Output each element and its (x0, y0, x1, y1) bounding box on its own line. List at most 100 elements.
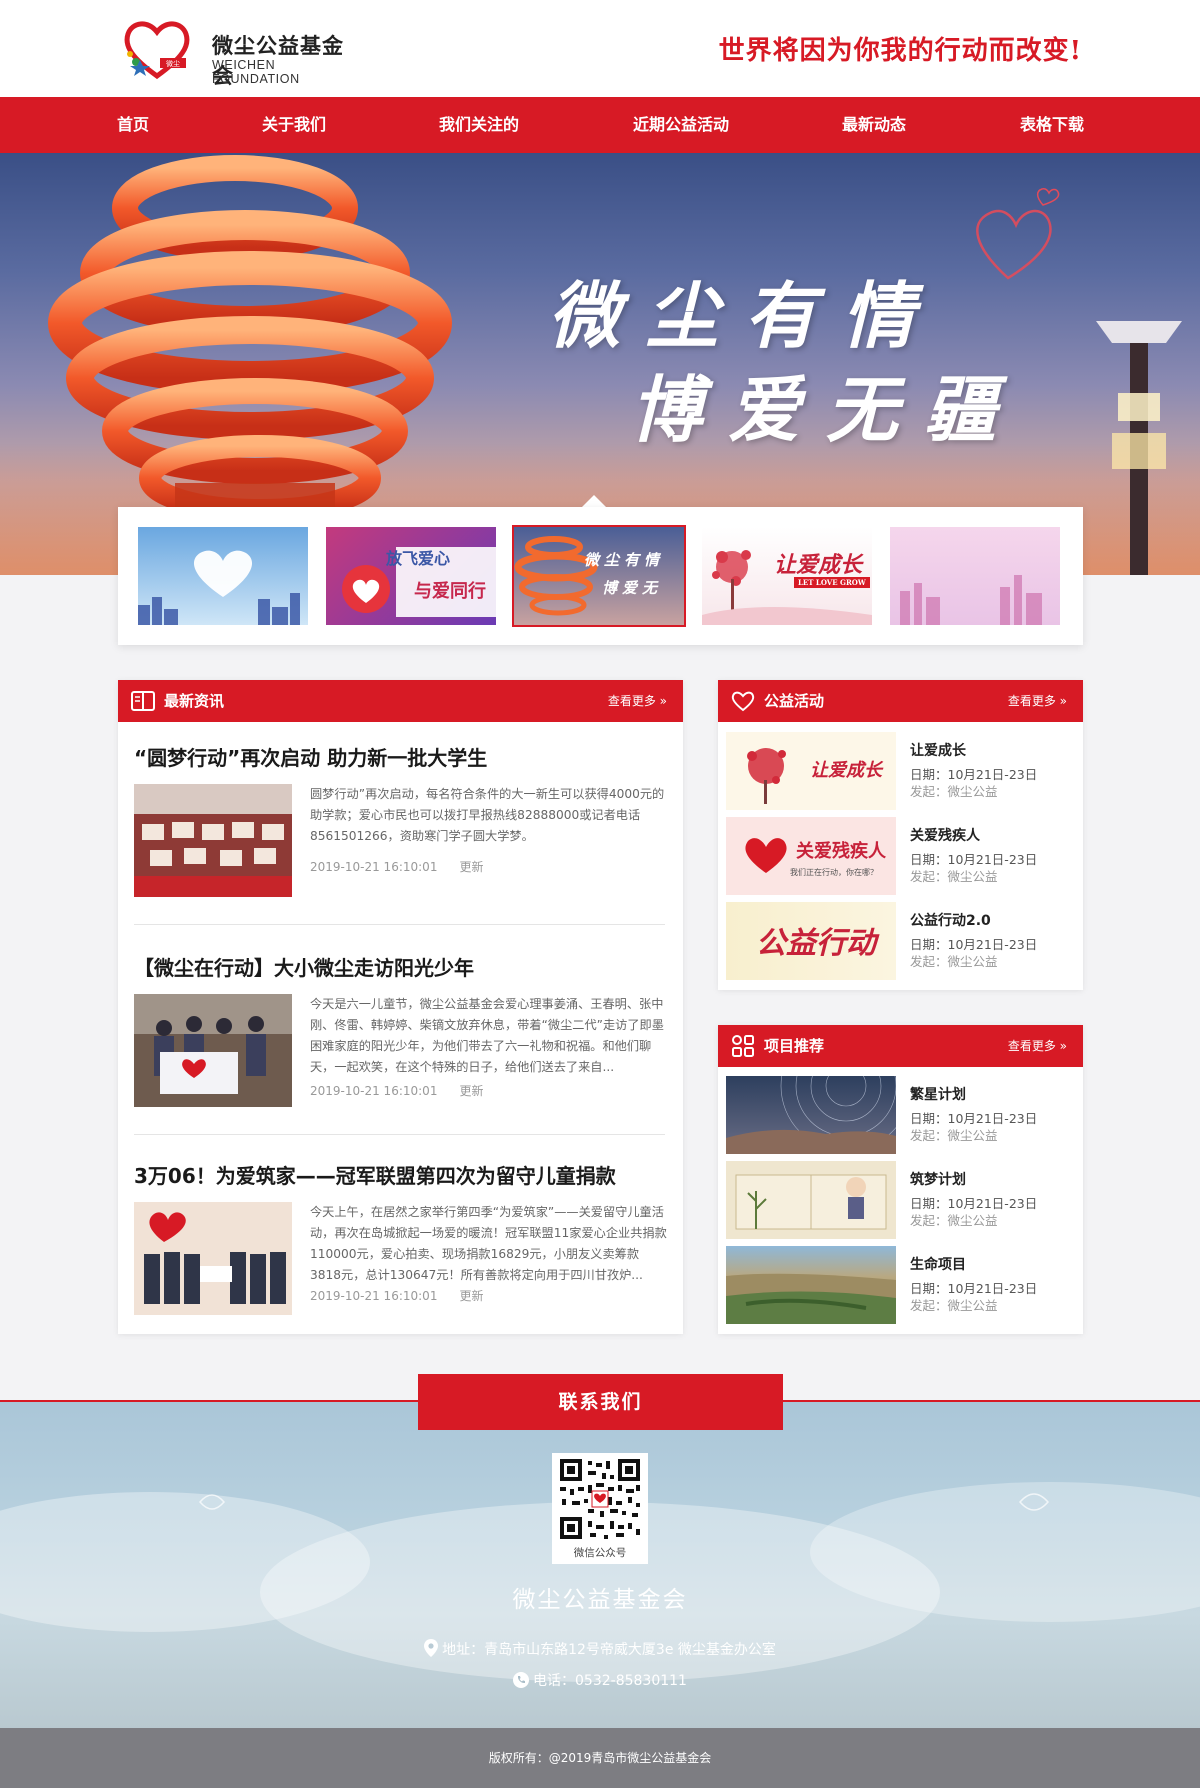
activity-item[interactable]: 公益行动 公益行动2.0 日期：10月21日-23日 发起：微尘公益 (726, 902, 1076, 980)
thumb-sculpture-caption1: 微尘有情 (584, 551, 665, 569)
activity-thumb: 关爱残疾人 我们正在行动，你在哪？ (726, 817, 896, 895)
projects-panel: 项目推荐 查看更多 » 繁星计划 日期：10月21日-23日 发起：微尘公益 筑… (718, 1025, 1083, 1334)
logo-name-en: WEICHEN FOUNDATION (212, 58, 300, 86)
news-item-tag: 更新 (459, 1289, 484, 1303)
projects-panel-header: 项目推荐 查看更多 » (718, 1025, 1083, 1067)
activity-thumb-text: 公益行动 (756, 926, 876, 961)
thumb-sculpture-active[interactable]: 微尘有情 博爱无 (512, 525, 686, 627)
news-item-tag: 更新 (459, 860, 484, 874)
book-icon (131, 691, 155, 711)
news-item-photo[interactable] (134, 784, 292, 897)
projects-more-link[interactable]: 查看更多 » (1008, 1025, 1067, 1067)
thumb-sculpture-caption2: 博爱无 (602, 579, 663, 597)
news-item-desc: 今天是六一儿童节，微尘公益基金会爱心理事姜涌、王春明、张中刚、佟雷、韩婷婷、柴镝… (310, 997, 664, 1074)
project-thumb (726, 1161, 896, 1239)
project-name[interactable]: 繁星计划 (910, 1084, 966, 1104)
nav-item-activities[interactable]: 近期公益活动 (618, 97, 744, 153)
news-item-photo[interactable] (134, 994, 292, 1107)
nav-item-downloads[interactable]: 表格下载 (1010, 97, 1094, 153)
news-item-title[interactable]: 3万06！为爱筑家——冠军联盟第四次为留守儿童捐款 (134, 1160, 616, 1189)
news-item-meta: 2019-10-21 16:10:01 更新 (310, 858, 505, 875)
site-logo[interactable]: 微尘 微尘公益基金会 WEICHEN FOUNDATION (122, 18, 362, 88)
activity-thumb-text: 关爱残疾人 (796, 841, 886, 862)
news-item-desc: 今天上午，在居然之家举行第四季“为爱筑家”——关爱留守儿童活动，再次在岛城掀起一… (310, 1205, 667, 1282)
news-item-date: 2019-10-21 16:10:01 (310, 860, 438, 874)
project-name[interactable]: 筑梦计划 (910, 1169, 966, 1189)
nav-item-about[interactable]: 关于我们 (252, 97, 336, 153)
banner-title-line1: 微尘有情 (548, 273, 941, 358)
logo-heart-icon: 微尘 (124, 21, 190, 80)
project-source: 发起：微尘公益 (910, 1213, 998, 1228)
thumb-heart-cloud[interactable] (138, 527, 308, 625)
footer-address: 地址：青岛市山东路12号帝威大厦3e 微尘基金办公室 (442, 1642, 776, 1658)
project-source: 发起：微尘公益 (910, 1298, 998, 1313)
projects-panel-title: 项目推荐 (764, 1037, 825, 1055)
news-divider (134, 1134, 665, 1135)
news-divider (134, 924, 665, 925)
site-header: 微尘 微尘公益基金会 WEICHEN FOUNDATION 世界将因为你我的行动… (0, 0, 1200, 97)
activity-item[interactable]: 关爱残疾人 我们正在行动，你在哪？ 关爱残疾人 日期：10月21日-23日 发起… (726, 817, 1076, 895)
footer-address-line: 地址：青岛市山东路12号帝威大厦3e 微尘基金办公室 (0, 1639, 1200, 1659)
project-item[interactable]: 繁星计划 日期：10月21日-23日 发起：微尘公益 (726, 1076, 1076, 1154)
activities-panel: 公益活动 查看更多 » 让爱成长 让爱成长 日期：10月21日-23日 发起：微… (718, 680, 1083, 990)
news-item-date: 2019-10-21 16:10:01 (310, 1289, 438, 1303)
news-item-desc: 圆梦行动”再次启动，每名符合条件的大一新生可以获得4000元的助学款；爱心市民也… (310, 787, 665, 843)
grid-apps-icon (732, 1035, 754, 1057)
news-item-tag: 更新 (459, 1084, 484, 1098)
phone-icon (513, 1672, 530, 1688)
thumb-fly-love[interactable]: 放飞爱心 与爱同行 (326, 527, 496, 625)
footer-phone: 电话：0532-85830111 (533, 1673, 687, 1689)
news-item[interactable]: “圆梦行动”再次启动 助力新一批大学生 圆梦行动”再次启动，每名符合条件的大一新… (134, 742, 669, 912)
news-panel-title: 最新资讯 (164, 692, 225, 710)
banner-title-line2: 博爱无疆 (630, 367, 1023, 452)
qr-code-icon (558, 1457, 642, 1541)
thumb-let-love-grow-caption1: 让爱成长 (774, 552, 863, 578)
activities-more-link[interactable]: 查看更多 » (1008, 680, 1067, 722)
activity-thumb: 公益行动 (726, 902, 896, 980)
project-thumb (726, 1076, 896, 1154)
activity-name[interactable]: 公益行动2.0 (910, 910, 991, 930)
footer-org-name: 微尘公益基金会 (512, 1587, 688, 1613)
contact-us-tab: 联系我们 (418, 1374, 783, 1430)
project-name[interactable]: 生命项目 (910, 1254, 966, 1274)
qr-caption: 微信公众号 (573, 1547, 627, 1559)
thumb-let-love-grow[interactable]: 让爱成长 LET LOVE GROW (702, 527, 872, 625)
activity-name[interactable]: 关爱残疾人 (910, 825, 980, 845)
news-panel: 最新资讯 查看更多 » “圆梦行动”再次启动 助力新一批大学生 圆梦行动”再次启… (118, 680, 683, 1334)
news-item[interactable]: 3万06！为爱筑家——冠军联盟第四次为留守儿童捐款 今天上午，在居然之家举行第四… (134, 1160, 669, 1330)
nav-item-focus[interactable]: 我们关注的 (426, 97, 532, 153)
wechat-qr-code[interactable]: 微信公众号 (552, 1453, 648, 1564)
news-item-title[interactable]: “圆梦行动”再次启动 助力新一批大学生 (134, 742, 487, 771)
news-item-title[interactable]: 【微尘在行动】大小微尘走访阳光少年 (134, 952, 474, 981)
thumbs-caret (582, 495, 606, 507)
activities-panel-title: 公益活动 (764, 692, 825, 710)
project-item[interactable]: 筑梦计划 日期：10月21日-23日 发起：微尘公益 (726, 1161, 1076, 1239)
activity-thumb: 让爱成长 (726, 732, 896, 810)
banner-thumbnail-strip: 放飞爱心 与爱同行 微尘有情 博爱无 让爱成长 LET LOVE GROW (118, 507, 1083, 645)
news-item-photo[interactable] (134, 1202, 292, 1315)
logo-mark-text: 微尘 (166, 59, 180, 68)
heart-outline-icon (731, 691, 755, 712)
activity-thumb-text: 让爱成长 (810, 760, 882, 781)
nav-item-news[interactable]: 最新动态 (832, 97, 916, 153)
activity-name[interactable]: 让爱成长 (910, 740, 966, 760)
news-item-meta: 2019-10-21 16:10:01 更新 (310, 1082, 505, 1099)
thumb-pink-city[interactable] (890, 527, 1060, 625)
activity-thumb-subtext: 我们正在行动，你在哪？ (790, 868, 878, 877)
thumb-fly-love-caption1: 放飞爱心 (386, 549, 451, 568)
activity-source: 发起：微尘公益 (910, 784, 998, 799)
project-thumb (726, 1246, 896, 1324)
activity-source: 发起：微尘公益 (910, 869, 998, 884)
activities-panel-header: 公益活动 查看更多 » (718, 680, 1083, 722)
activity-item[interactable]: 让爱成长 让爱成长 日期：10月21日-23日 发起：微尘公益 (726, 732, 1076, 810)
project-source: 发起：微尘公益 (910, 1128, 998, 1143)
news-panel-header: 最新资讯 查看更多 » (118, 680, 683, 722)
news-more-link[interactable]: 查看更多 » (608, 680, 667, 722)
footer-phone-line: 电话：0532-85830111 (0, 1670, 1200, 1690)
news-item-meta: 2019-10-21 16:10:01 更新 (310, 1287, 505, 1304)
thumb-let-love-grow-caption2: LET LOVE GROW (794, 577, 870, 588)
activity-source: 发起：微尘公益 (910, 954, 998, 969)
project-item[interactable]: 生命项目 日期：10月21日-23日 发起：微尘公益 (726, 1246, 1076, 1324)
news-item[interactable]: 【微尘在行动】大小微尘走访阳光少年 今天是六一儿童节，微尘公益基金会爱心理事姜涌… (134, 952, 669, 1142)
nav-item-home[interactable]: 首页 (100, 97, 166, 153)
